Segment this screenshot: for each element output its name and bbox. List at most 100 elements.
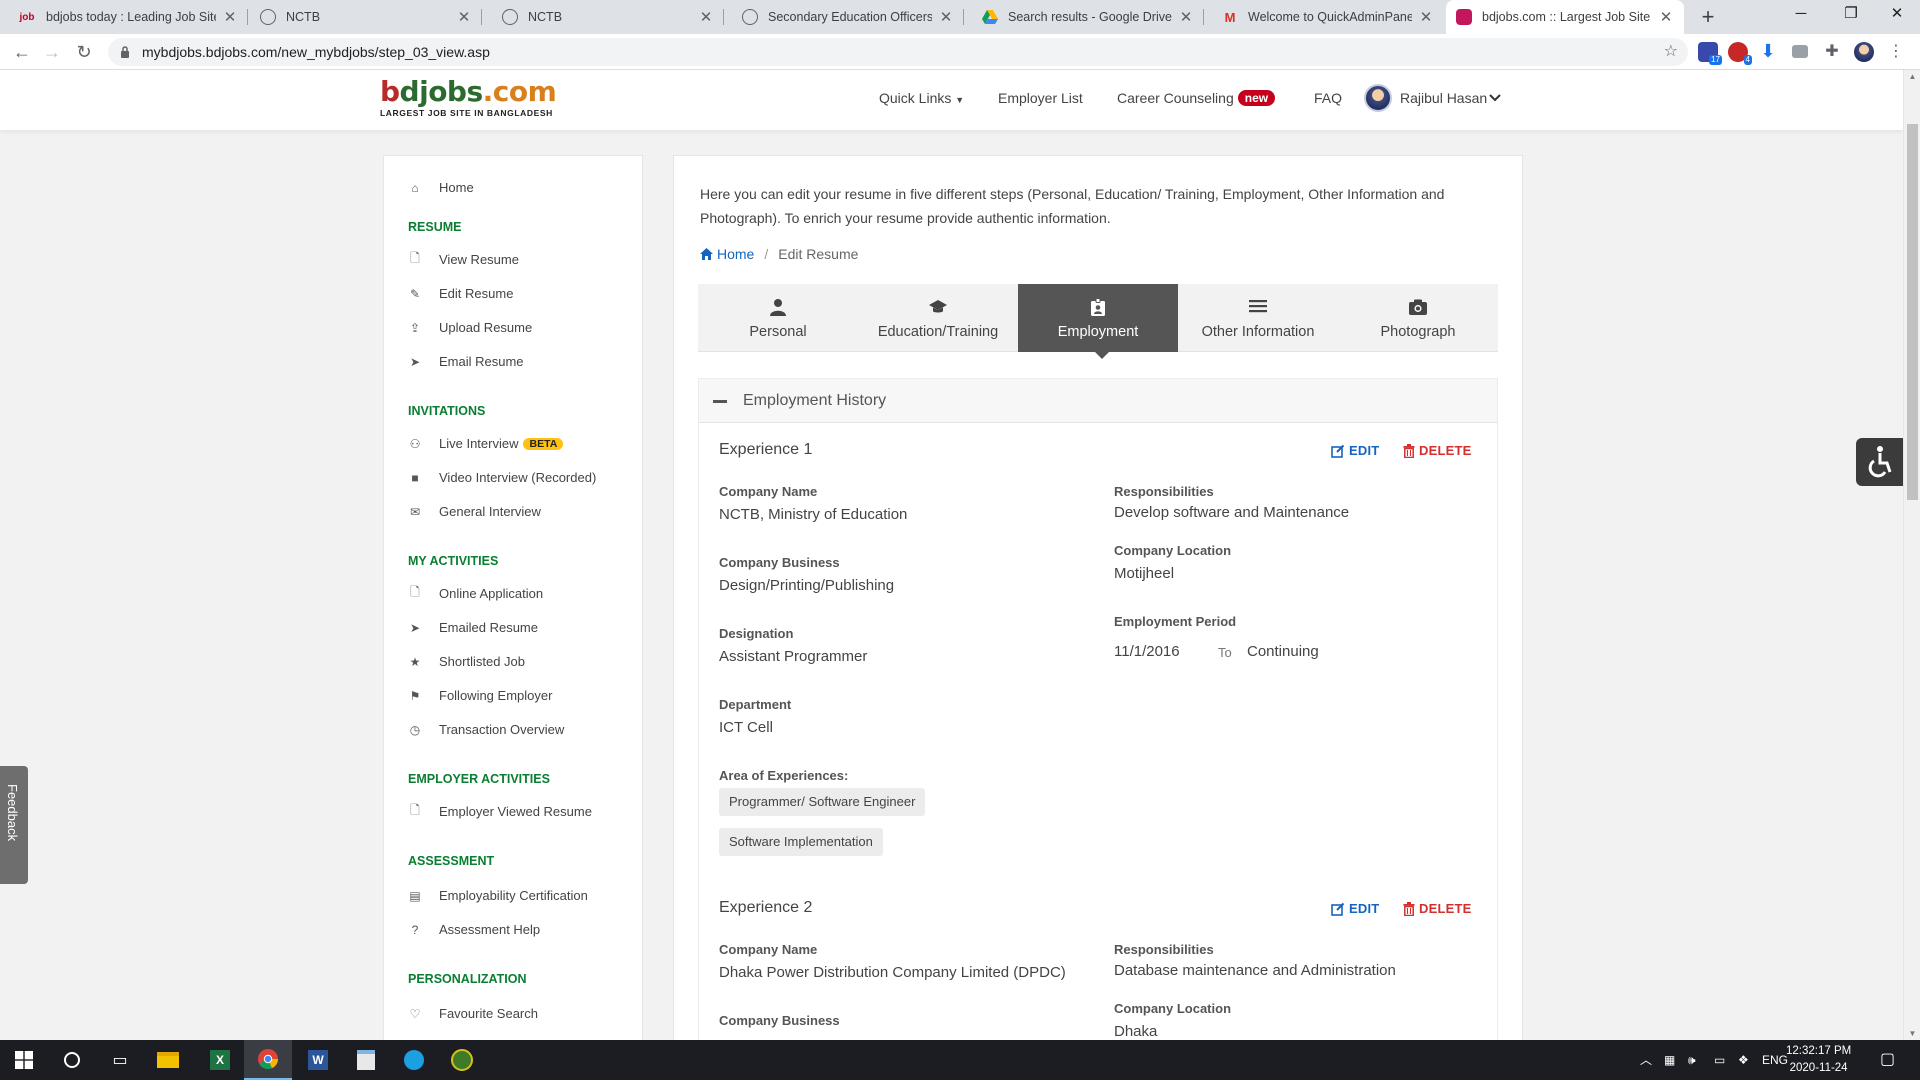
reload-button[interactable]: ↻ xyxy=(70,38,98,66)
close-tab-icon[interactable]: ✕ xyxy=(1178,8,1194,26)
career-counseling-link[interactable]: Career Counseling new xyxy=(1117,90,1276,106)
show-hidden-icons-button[interactable]: ︿ xyxy=(1640,1040,1652,1080)
browser-tab[interactable]: job bdjobs today : Leading Job Site in B… xyxy=(8,0,248,34)
breadcrumb-home-link[interactable]: Home xyxy=(700,246,754,262)
delete-experience-button[interactable]: DELETE xyxy=(1403,901,1471,916)
tray-app-icon[interactable]: ▦ xyxy=(1664,1040,1675,1080)
sidebar-item-assessment-help[interactable]: ? Assessment Help xyxy=(408,922,541,937)
sidebar-item-transaction-overview[interactable]: ◷ Transaction Overview xyxy=(408,722,564,737)
company-name-value: Dhaka Power Distribution Company Limited… xyxy=(719,964,1066,981)
accessibility-button[interactable] xyxy=(1856,438,1903,486)
tab-employment[interactable]: Employment xyxy=(1018,284,1178,359)
employer-list-link[interactable]: Employer List xyxy=(998,90,1083,106)
sidebar-item-favourite-search[interactable]: ♡ Favourite Search xyxy=(408,1006,538,1021)
chrome-button[interactable] xyxy=(244,1040,292,1080)
sidebar-item-email-resume[interactable]: ➤ Email Resume xyxy=(408,354,524,369)
edit-experience-button[interactable]: EDIT xyxy=(1331,901,1379,916)
page-scrollbar[interactable]: ▲ ▼ xyxy=(1903,70,1920,1040)
excel-button[interactable]: X xyxy=(196,1040,244,1080)
tab-title: NCTB xyxy=(286,10,321,24)
close-tab-icon[interactable]: ✕ xyxy=(1418,8,1434,26)
company-name-label: Company Name xyxy=(719,942,818,957)
faq-link[interactable]: FAQ xyxy=(1314,90,1342,106)
browser-tab[interactable]: Secondary Education Officers ✕ xyxy=(732,0,964,34)
scroll-up-arrow-icon[interactable]: ▲ xyxy=(1904,72,1920,81)
quick-links-label: Quick Links xyxy=(879,90,952,106)
extension-icon[interactable]: 17 xyxy=(1698,42,1722,65)
start-button[interactable] xyxy=(0,1040,48,1080)
camera-icon[interactable] xyxy=(1792,45,1808,58)
word-button[interactable]: W xyxy=(294,1040,342,1080)
tab-photograph[interactable]: Photograph xyxy=(1338,284,1498,352)
edit-experience-button[interactable]: EDIT xyxy=(1331,443,1379,458)
action-center-icon[interactable]: ▢ xyxy=(1880,1040,1895,1080)
live-icon: ⚇ xyxy=(409,436,421,451)
sidebar-item-edit-resume[interactable]: ✎ Edit Resume xyxy=(408,286,513,301)
bdjobs-logo[interactable]: bdjobs.com LARGEST JOB SITE IN BANGLADES… xyxy=(380,78,557,119)
edge-button[interactable] xyxy=(390,1040,438,1080)
language-indicator[interactable]: ENG xyxy=(1762,1040,1788,1080)
notepad-button[interactable] xyxy=(342,1040,390,1080)
sidebar-item-live-interview[interactable]: ⚇ Live Interview BETA xyxy=(408,436,564,451)
browser-tab[interactable]: NCTB ✕ xyxy=(492,0,724,34)
volume-icon[interactable]: 🕪 xyxy=(1688,1040,1696,1080)
sidebar-item-emailed-resume[interactable]: ➤ Emailed Resume xyxy=(408,620,538,635)
sidebar-item-general-interview[interactable]: ✉ General Interview xyxy=(408,504,541,519)
sidebar-item-home[interactable]: ⌂ Home xyxy=(408,180,474,195)
sidebar-item-employability-certification[interactable]: ▤ Employability Certification xyxy=(408,888,588,903)
app-button[interactable] xyxy=(438,1040,486,1080)
back-button[interactable]: ← xyxy=(8,38,36,66)
feedback-tab[interactable]: Feedback xyxy=(0,766,28,884)
delete-experience-button[interactable]: DELETE xyxy=(1403,443,1471,458)
close-tab-icon[interactable]: ✕ xyxy=(698,8,714,26)
task-view-button[interactable]: ▭ xyxy=(96,1040,144,1080)
new-tab-button[interactable]: + xyxy=(1694,4,1722,32)
browser-tab[interactable]: NCTB ✕ xyxy=(250,0,482,34)
close-tab-icon[interactable]: ✕ xyxy=(938,8,954,26)
system-clock[interactable]: 12:32:17 PM 2020-11-24 xyxy=(1786,1043,1851,1077)
close-window-button[interactable]: ✕ xyxy=(1874,0,1920,30)
google-drive-icon xyxy=(982,9,998,25)
file-explorer-button[interactable] xyxy=(144,1040,192,1080)
sidebar-item-view-resume[interactable]: 🗋 View Resume xyxy=(408,251,519,267)
extensions-puzzle-icon[interactable]: ✚ xyxy=(1822,42,1842,62)
bookmark-star-icon[interactable]: ☆ xyxy=(1664,38,1678,66)
browser-menu-icon[interactable]: ⋮ xyxy=(1886,42,1906,62)
tab-other-information[interactable]: Other Information xyxy=(1178,284,1338,352)
sidebar-item-label: Home xyxy=(439,180,474,195)
sidebar-item-video-interview[interactable]: ■ Video Interview (Recorded) xyxy=(408,470,596,485)
download-icon[interactable]: ⬇ xyxy=(1758,42,1778,62)
tab-personal[interactable]: Personal xyxy=(698,284,858,352)
company-location-label: Company Location xyxy=(1114,543,1232,558)
quick-links-menu[interactable]: Quick Links ▼ xyxy=(879,90,964,106)
tab-education-training[interactable]: Education/Training xyxy=(858,284,1018,352)
sidebar-item-shortlisted-job[interactable]: ★ Shortlisted Job xyxy=(408,654,525,669)
sidebar-item-label: View Resume xyxy=(439,252,519,267)
dropbox-icon[interactable]: ❖ xyxy=(1738,1040,1749,1080)
restore-button[interactable]: ❐ xyxy=(1828,0,1874,30)
sidebar-item-employer-viewed-resume[interactable]: 🗋 Employer Viewed Resume xyxy=(408,803,592,819)
close-tab-icon[interactable]: ✕ xyxy=(1658,8,1674,26)
breadcrumb-current: Edit Resume xyxy=(778,246,859,262)
address-bar[interactable]: mybdjobs.bdjobs.com/new_mybdjobs/step_03… xyxy=(108,38,1688,66)
network-icon[interactable]: ▭ xyxy=(1714,1040,1725,1080)
employment-history-header[interactable]: Employment History xyxy=(698,378,1498,422)
scrollbar-thumb[interactable] xyxy=(1907,124,1918,500)
sidebar-item-online-application[interactable]: 🗋 Online Application xyxy=(408,585,543,601)
tab-label: Other Information xyxy=(1201,324,1315,340)
browser-tab[interactable]: Search results - Google Drive ✕ xyxy=(972,0,1204,34)
browser-tab-active[interactable]: bdjobs.com :: Largest Job Site in Bangla… xyxy=(1446,0,1684,34)
extension-icon[interactable]: 4 xyxy=(1728,42,1752,65)
profile-avatar[interactable] xyxy=(1854,42,1874,62)
scroll-down-arrow-icon[interactable]: ▼ xyxy=(1904,1029,1920,1038)
user-menu[interactable]: Rajibul Hasan xyxy=(1364,84,1501,112)
sidebar-item-upload-resume[interactable]: ⇪ Upload Resume xyxy=(408,320,532,335)
forward-button[interactable]: → xyxy=(38,38,66,66)
browser-tab[interactable]: M Welcome to QuickAdminPanel - Gmail ✕ xyxy=(1212,0,1444,34)
minimize-button[interactable]: ─ xyxy=(1778,0,1824,30)
close-tab-icon[interactable]: ✕ xyxy=(222,8,238,26)
envelope-icon: ✉ xyxy=(409,504,421,519)
search-button[interactable] xyxy=(48,1040,96,1080)
sidebar-item-following-employer[interactable]: ⚑ Following Employer xyxy=(408,688,553,703)
close-tab-icon[interactable]: ✕ xyxy=(456,8,472,26)
